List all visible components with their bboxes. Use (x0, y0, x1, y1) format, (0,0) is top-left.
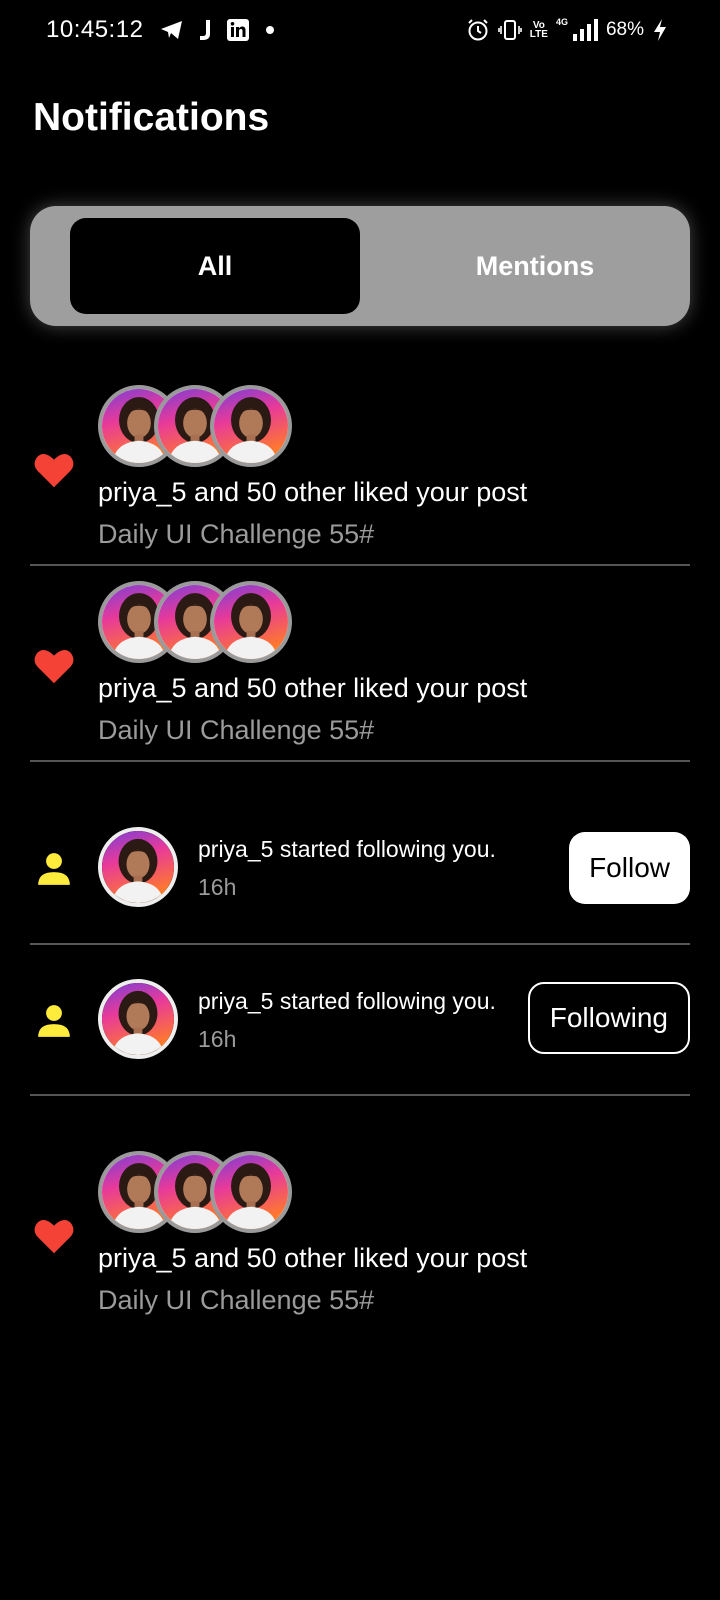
notification-subtext: Daily UI Challenge 55# (98, 519, 375, 549)
avatar-stack (98, 385, 298, 467)
page-title: Notifications (33, 96, 270, 139)
notification-like[interactable]: priya_5 and 50 other liked your post Dai… (30, 1151, 690, 1321)
alarm-icon (468, 19, 488, 41)
notification-text: priya_5 and 50 other liked your post (98, 673, 528, 703)
status-time: 10:45:12 (46, 16, 144, 43)
tab-mentions[interactable]: Mentions (390, 218, 680, 314)
person-icon (38, 853, 70, 885)
status-system-icons: Vo LTE 4G 68% (466, 17, 668, 42)
j-app-icon (200, 20, 210, 40)
heart-icon (34, 1219, 74, 1254)
volte-icon: Vo LTE (529, 20, 548, 40)
notification-text: priya_5 and 50 other liked your post (98, 1243, 528, 1273)
status-notification-icons (160, 18, 278, 42)
heart-icon (34, 649, 74, 684)
avatar (210, 385, 292, 467)
avatar (98, 827, 178, 907)
notification-follow[interactable]: priya_5 started following you. 16h Follo… (30, 826, 690, 916)
dot-icon (266, 26, 274, 34)
divider (30, 943, 690, 945)
network-type: 4G (555, 17, 568, 27)
avatar-stack (98, 581, 298, 663)
avatar (210, 1151, 292, 1233)
notification-like[interactable]: priya_5 and 50 other liked your post Dai… (30, 385, 690, 555)
notification-text: priya_5 started following you. (198, 836, 496, 862)
avatar (210, 581, 292, 663)
notification-follow[interactable]: priya_5 started following you. 16h Follo… (30, 978, 690, 1068)
telegram-icon (161, 21, 182, 39)
avatar (98, 979, 178, 1059)
signal-icon (572, 19, 598, 41)
notification-like[interactable]: priya_5 and 50 other liked your post Dai… (30, 581, 690, 751)
notification-text: priya_5 started following you. (198, 988, 496, 1014)
divider (30, 564, 690, 566)
divider (30, 1094, 690, 1096)
notification-time: 16h (198, 1026, 237, 1052)
vibrate-icon (497, 20, 522, 40)
notification-text: priya_5 and 50 other liked your post (98, 477, 528, 507)
tab-bar: All Mentions (30, 206, 690, 326)
notification-subtext: Daily UI Challenge 55# (98, 715, 375, 745)
charging-icon (654, 19, 666, 41)
following-button[interactable]: Following (527, 982, 690, 1054)
status-bar: 10:45:12 Vo LTE 4G 68% (0, 0, 720, 64)
divider (30, 760, 690, 762)
battery-percent: 68% (605, 19, 644, 40)
person-icon (38, 1005, 70, 1037)
notification-time: 16h (198, 874, 237, 900)
avatar-stack (98, 1151, 298, 1233)
linkedin-icon (227, 19, 249, 41)
notification-subtext: Daily UI Challenge 55# (98, 1285, 375, 1315)
heart-icon (34, 453, 74, 488)
tab-all[interactable]: All (70, 218, 360, 314)
follow-button[interactable]: Follow (569, 832, 690, 904)
